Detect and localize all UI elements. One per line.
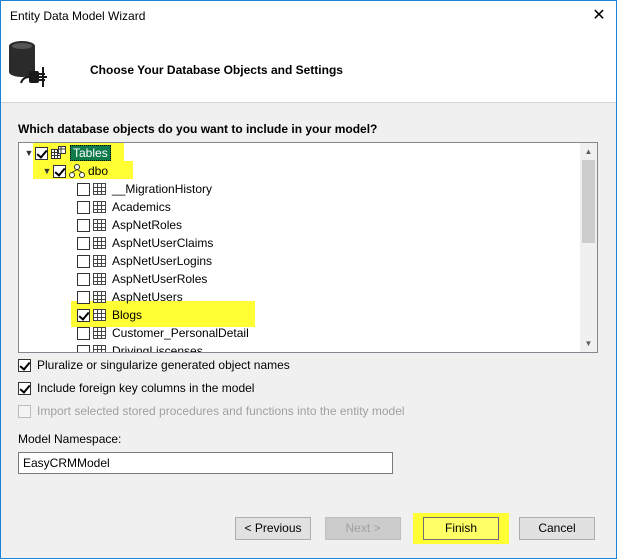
previous-button[interactable]: < Previous xyxy=(235,517,311,540)
database-objects-tree[interactable]: ▼ Tables ▼ dbo __MigrationHistory Academ… xyxy=(18,142,598,353)
table-label: AspNetRoles xyxy=(112,218,183,232)
tree-node-table[interactable]: __MigrationHistory xyxy=(77,180,212,198)
scrollbar-thumb[interactable] xyxy=(582,160,595,243)
objects-section-label: Which database objects do you want to in… xyxy=(18,122,378,136)
table-icon xyxy=(93,201,106,213)
table-icon xyxy=(93,273,106,285)
table-checkbox[interactable] xyxy=(77,290,90,304)
tree-node-tables-label: Tables xyxy=(70,145,111,161)
window-title: Entity Data Model Wizard xyxy=(10,9,146,23)
foreign-keys-option[interactable]: Include foreign key columns in the model xyxy=(18,381,254,395)
stored-procs-checkbox xyxy=(18,404,31,418)
tree-node-tables[interactable]: ▼ Tables xyxy=(23,144,111,162)
table-checkbox[interactable] xyxy=(77,218,90,232)
page-title: Choose Your Database Objects and Setting… xyxy=(90,63,343,77)
table-icon xyxy=(93,309,106,321)
pluralize-label: Pluralize or singularize generated objec… xyxy=(37,358,290,372)
table-checkbox[interactable] xyxy=(77,326,90,340)
tree-node-table[interactable]: AspNetUsers xyxy=(77,288,183,306)
chevron-down-icon[interactable]: ▼ xyxy=(23,144,35,162)
table-icon xyxy=(93,183,106,195)
chevron-down-icon[interactable]: ▼ xyxy=(41,162,53,180)
tree-node-dbo-label: dbo xyxy=(88,164,109,178)
next-button: Next > xyxy=(325,517,401,540)
table-label: AspNetUserRoles xyxy=(112,272,208,286)
stored-procs-option: Import selected stored procedures and fu… xyxy=(18,404,405,418)
table-label: DrivingLiscenses xyxy=(112,344,203,352)
scroll-down-icon[interactable]: ▼ xyxy=(580,335,597,352)
table-icon xyxy=(93,291,106,303)
table-checkbox[interactable] xyxy=(77,344,90,352)
table-label: AspNetUserLogins xyxy=(112,254,213,268)
wizard-window: Entity Data Model Wizard ✕ Choose Your D… xyxy=(0,0,617,559)
table-label: __MigrationHistory xyxy=(112,182,213,196)
tables-folder-icon xyxy=(51,146,66,159)
table-icon xyxy=(93,255,106,267)
table-checkbox[interactable] xyxy=(77,200,90,214)
tree-node-dbo[interactable]: ▼ dbo xyxy=(41,162,108,180)
close-button[interactable]: ✕ xyxy=(582,1,616,31)
dbo-checkbox[interactable] xyxy=(53,164,66,178)
table-label: AspNetUserClaims xyxy=(112,236,214,250)
tree-node-table[interactable]: Academics xyxy=(77,198,171,216)
table-label: AspNetUsers xyxy=(112,290,183,304)
table-label: Customer_PersonalDetail xyxy=(112,326,249,340)
table-checkbox[interactable] xyxy=(77,308,90,322)
table-checkbox[interactable] xyxy=(77,254,90,268)
tree-node-table[interactable]: AspNetRoles xyxy=(77,216,182,234)
stored-procs-label: Import selected stored procedures and fu… xyxy=(37,404,405,418)
table-icon xyxy=(93,345,106,352)
table-checkbox[interactable] xyxy=(77,182,90,196)
tree-node-table[interactable]: Customer_PersonalDetail xyxy=(77,324,249,342)
tree-node-table[interactable]: AspNetUserClaims xyxy=(77,234,213,252)
table-icon xyxy=(93,219,106,231)
foreign-keys-checkbox[interactable] xyxy=(18,381,31,395)
scroll-up-icon[interactable]: ▲ xyxy=(580,143,597,160)
title-bar: Entity Data Model Wizard ✕ xyxy=(1,1,616,31)
table-icon xyxy=(93,237,106,249)
table-label: Blogs xyxy=(112,308,143,322)
pluralize-checkbox[interactable] xyxy=(18,358,31,372)
tables-checkbox[interactable] xyxy=(35,146,48,160)
tree-node-table[interactable]: AspNetUserRoles xyxy=(77,270,207,288)
schema-icon xyxy=(69,164,85,178)
table-icon xyxy=(93,327,106,339)
cancel-button[interactable]: Cancel xyxy=(519,517,595,540)
wizard-header: Choose Your Database Objects and Setting… xyxy=(1,31,616,103)
namespace-input[interactable] xyxy=(18,452,393,474)
finish-button[interactable]: Finish xyxy=(423,517,499,540)
tree-node-table[interactable]: AspNetUserLogins xyxy=(77,252,212,270)
tree-node-table[interactable]: DrivingLiscenses xyxy=(77,342,203,352)
table-label: Academics xyxy=(112,200,171,214)
pluralize-option[interactable]: Pluralize or singularize generated objec… xyxy=(18,358,290,372)
table-checkbox[interactable] xyxy=(77,272,90,286)
database-plug-icon xyxy=(9,41,47,87)
tree-scrollbar[interactable]: ▲ ▼ xyxy=(580,143,597,352)
tree-node-table-blogs[interactable]: Blogs xyxy=(77,306,142,324)
table-checkbox[interactable] xyxy=(77,236,90,250)
foreign-keys-label: Include foreign key columns in the model xyxy=(37,381,255,395)
namespace-label: Model Namespace: xyxy=(18,432,122,446)
